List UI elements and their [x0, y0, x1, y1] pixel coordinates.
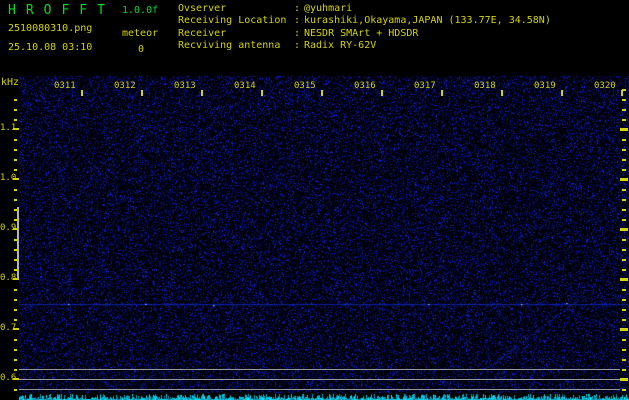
time-tick-label: 0319: [534, 81, 556, 91]
freq-minor-tick-right: [622, 259, 626, 261]
freq-tick-major: [13, 128, 19, 130]
info-value: NESDR SMArt + HDSDR: [304, 27, 419, 39]
freq-minor-tick-right: [622, 89, 626, 91]
freq-minor-tick-right: [622, 219, 626, 221]
info-value: Radix RY-62V: [304, 40, 377, 52]
freq-axis-unit-label: kHz: [1, 77, 20, 88]
freq-tick-major-right: [620, 378, 628, 381]
freq-minor-tick-right: [622, 249, 626, 251]
freq-minor-tick: [14, 319, 17, 321]
freq-minor-tick-right: [622, 369, 626, 371]
calibration-bar: [17, 207, 19, 279]
freq-minor-tick-right: [622, 269, 626, 271]
freq-minor-tick: [14, 189, 17, 191]
reference-line: [19, 369, 620, 370]
time-tick: [141, 90, 143, 96]
info-label: Receiving Location: [178, 15, 287, 27]
reference-line: [19, 389, 620, 390]
app-version: 1.0.0f: [122, 5, 159, 16]
info-separator: :: [294, 15, 301, 27]
freq-minor-tick-right: [622, 239, 626, 241]
time-tick-label: 0318: [474, 81, 496, 91]
time-tick-label: 0316: [354, 81, 376, 91]
freq-minor-tick-right: [622, 209, 626, 211]
info-label: Ovserver: [178, 3, 227, 14]
info-separator: :: [294, 27, 301, 39]
freq-minor-tick-right: [622, 359, 626, 361]
freq-tick-major: [13, 328, 19, 330]
freq-minor-tick: [14, 199, 17, 201]
freq-minor-tick: [14, 159, 17, 161]
time-tick: [201, 90, 203, 96]
freq-tick-major-right: [620, 178, 628, 181]
info-value: @yuhmari: [304, 3, 353, 14]
freq-minor-tick: [14, 139, 17, 141]
time-tick-label: 0315: [294, 81, 316, 91]
freq-tick-major-right: [620, 228, 628, 231]
freq-minor-tick-right: [622, 309, 626, 311]
hrofft-window: HROFFT 1.0.0f 2510080310.png meteor 25.1…: [0, 0, 629, 400]
time-tick-label: 0320: [594, 81, 616, 91]
freq-minor-tick-right: [622, 109, 626, 111]
freq-minor-tick-right: [622, 339, 626, 341]
freq-minor-tick: [14, 109, 17, 111]
freq-minor-tick-right: [622, 289, 626, 291]
time-tick: [381, 90, 383, 96]
info-separator: :: [294, 40, 301, 52]
time-tick: [261, 90, 263, 96]
time-tick-label: 0313: [174, 81, 196, 91]
time-tick: [441, 90, 443, 96]
station-info-block: Ovserver: @yuhmari Receiving Location: kura…: [178, 4, 551, 54]
freq-tick-major-right: [620, 278, 628, 281]
info-value: kurashiki,Okayama,JAPAN (133.77E, 34.58N…: [304, 15, 551, 27]
spectrogram-canvas: [0, 0, 629, 400]
freq-minor-tick: [14, 119, 17, 121]
freq-minor-tick-right: [622, 199, 626, 201]
freq-minor-tick-right: [622, 389, 626, 391]
freq-minor-tick: [14, 149, 17, 151]
freq-minor-tick-right: [622, 319, 626, 321]
time-tick-label: 0312: [114, 81, 136, 91]
freq-minor-tick-right: [622, 189, 626, 191]
freq-minor-tick: [14, 369, 17, 371]
freq-minor-tick-right: [622, 169, 626, 171]
info-label: Recviving antenna: [178, 40, 281, 52]
station-info-row: Recviving antenna: Radix RY-62V: [178, 41, 551, 53]
time-tick-label: 0317: [414, 81, 436, 91]
freq-minor-tick: [14, 299, 17, 301]
meteor-count: 0: [138, 44, 145, 55]
time-tick: [81, 90, 83, 96]
mode-label: meteor: [122, 28, 159, 39]
time-tick-label: 0311: [54, 81, 76, 91]
freq-minor-tick-right: [622, 99, 626, 101]
freq-minor-tick: [14, 169, 17, 171]
freq-minor-tick-right: [622, 149, 626, 151]
app-title: HROFFT: [8, 3, 115, 18]
observation-datetime: 25.10.08 03:10: [8, 42, 93, 53]
freq-tick-major-right: [620, 328, 628, 331]
freq-minor-tick: [14, 99, 17, 101]
freq-minor-tick: [14, 389, 17, 391]
info-label: Receiver: [178, 27, 227, 39]
time-tick: [501, 90, 503, 96]
output-filename: 2510080310.png: [8, 23, 93, 34]
reference-line: [19, 379, 620, 380]
time-tick: [561, 90, 563, 96]
time-tick: [321, 90, 323, 96]
freq-minor-tick-right: [622, 159, 626, 161]
freq-minor-tick-right: [622, 349, 626, 351]
freq-minor-tick-right: [622, 299, 626, 301]
freq-minor-tick: [14, 349, 17, 351]
freq-minor-tick-right: [622, 139, 626, 141]
freq-tick-major-right: [620, 128, 628, 131]
freq-tick-major: [13, 178, 19, 180]
freq-minor-tick: [14, 339, 17, 341]
freq-minor-tick-right: [622, 119, 626, 121]
freq-minor-tick: [14, 309, 17, 311]
freq-minor-tick: [14, 289, 17, 291]
freq-minor-tick: [14, 359, 17, 361]
time-tick-label: 0314: [234, 81, 256, 91]
info-separator: :: [294, 3, 301, 14]
